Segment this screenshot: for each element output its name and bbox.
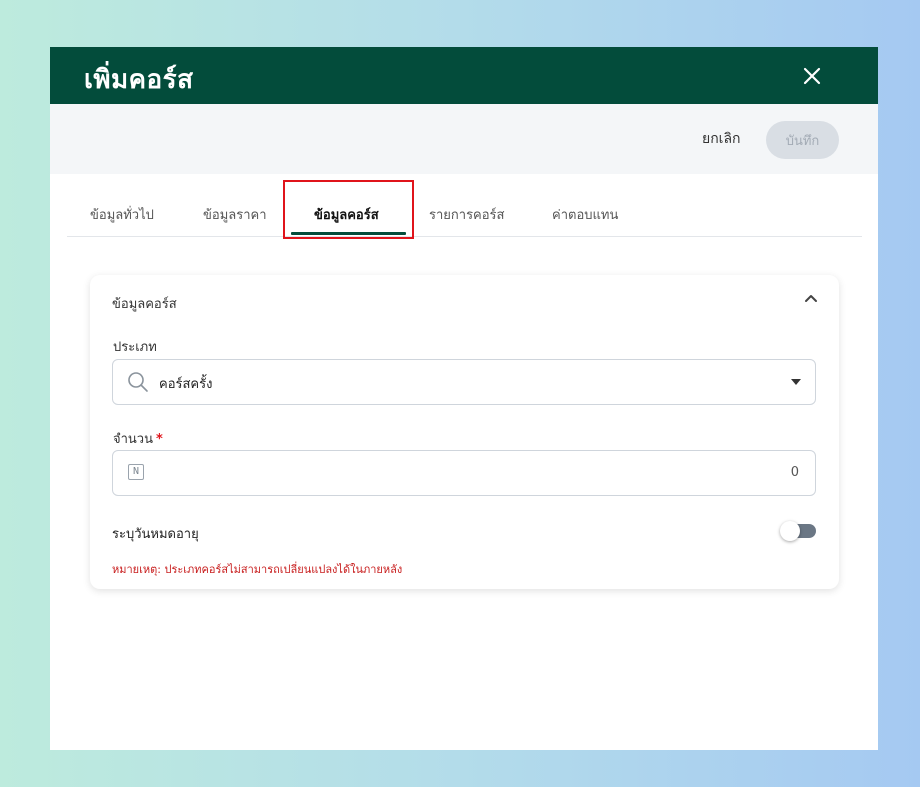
dialog-header: เพิ่มคอร์ส <box>50 47 878 104</box>
tab-bar: ข้อมูลทั่วไป ข้อมูลราคา ข้อมูลคอร์ส รายก… <box>67 174 862 237</box>
toggle-knob <box>780 521 800 541</box>
number-icon: N <box>128 464 144 480</box>
tab-general-info[interactable]: ข้อมูลทั่วไป <box>90 204 154 225</box>
note-text: หมายเหตุ: ประเภทคอร์สไม่สามารถเปลี่ยนแปล… <box>112 563 403 576</box>
caret-down-icon[interactable] <box>791 379 801 385</box>
dialog-toolbar: ยกเลิก บันทึก <box>50 104 878 174</box>
chevron-up-icon[interactable] <box>803 291 819 307</box>
course-info-card: ข้อมูลคอร์ส ประเภท คอร์สครั้ง จำนวน * N 0… <box>90 275 839 589</box>
required-marker: * <box>156 432 163 447</box>
expiry-toggle[interactable] <box>780 521 816 541</box>
tab-compensation[interactable]: ค่าตอบแทน <box>552 204 618 225</box>
expiry-toggle-label: ระบุวันหมดอายุ <box>112 527 199 542</box>
quantity-value: 0 <box>790 465 799 480</box>
quantity-label-text: จำนวน <box>113 432 153 447</box>
quantity-input[interactable]: N 0 <box>112 450 816 496</box>
section-title: ข้อมูลคอร์ส <box>112 297 177 312</box>
dialog-title: เพิ่มคอร์ส <box>84 65 194 95</box>
type-select-value: คอร์สครั้ง <box>159 377 213 392</box>
close-icon[interactable] <box>800 64 824 88</box>
quantity-field-label: จำนวน * <box>113 428 163 449</box>
type-field-label: ประเภท <box>113 340 157 355</box>
add-course-dialog: เพิ่มคอร์ส ยกเลิก บันทึก ข้อมูลทั่วไป ข้… <box>50 47 878 750</box>
search-icon <box>128 372 148 392</box>
tab-course-list[interactable]: รายการคอร์ส <box>429 204 504 225</box>
highlight-annotation-box <box>283 180 414 239</box>
type-select[interactable]: คอร์สครั้ง <box>112 359 816 405</box>
tab-price-info[interactable]: ข้อมูลราคา <box>203 204 267 225</box>
save-button[interactable]: บันทึก <box>766 121 839 159</box>
cancel-button[interactable]: ยกเลิก <box>702 128 741 150</box>
